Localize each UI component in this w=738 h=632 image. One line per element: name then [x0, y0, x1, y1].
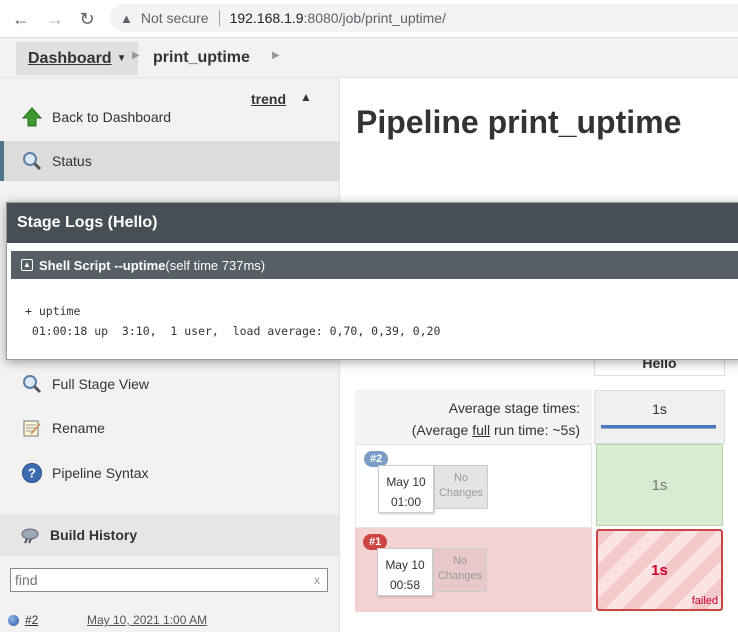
breadcrumb-job[interactable]: print_uptime [153, 49, 250, 67]
breadcrumb-dashboard[interactable]: Dashboard ▼ [16, 42, 139, 75]
find-input[interactable] [10, 568, 328, 592]
run-row-2: #2 May 10 01:00 No Changes [355, 444, 592, 528]
step-self-time: (self time 737ms) [165, 257, 266, 273]
sidebar-item-full-stage-view[interactable]: Full Stage View [0, 364, 340, 404]
avg-full-prefix: (Average [411, 422, 473, 438]
avg-stage-times-label: Average stage times: [448, 400, 580, 416]
browser-toolbar: ← → ↻ ▲ Not secure 192.168.1.9:8080/job/… [0, 0, 738, 38]
breadcrumb-dashboard-label[interactable]: Dashboard [28, 50, 112, 68]
chevron-up-icon[interactable]: ▲ [300, 90, 312, 104]
sidebar-item-back-to-dashboard[interactable]: Back to Dashboard [0, 97, 340, 137]
breadcrumb: Dashboard ▼ ▶ print_uptime ▶ [0, 38, 738, 78]
stage-cell-failed[interactable]: 1s failed [596, 529, 723, 611]
avg-stage-time: 1s [652, 401, 667, 417]
sidebar-item-label: Pipeline Syntax [52, 465, 149, 481]
run-row-1: #1 May 10 00:58 No Changes [355, 528, 592, 612]
failed-label: failed [691, 595, 718, 607]
address-bar[interactable]: ▲ Not secure 192.168.1.9:8080/job/print_… [110, 4, 738, 32]
back-arrow-icon[interactable]: ← [6, 4, 36, 34]
not-secure-label: Not secure [140, 10, 209, 26]
up-arrow-icon [20, 105, 44, 129]
step-header[interactable]: ▲ Shell Script -- uptime (self time 737m… [11, 251, 738, 279]
run-time: 00:58 [389, 578, 421, 592]
run-time: 01:00 [390, 495, 422, 509]
changes-line-2: Changes [437, 570, 483, 582]
log-output: + uptime 01:00:18 up 3:10, 1 user, load … [25, 301, 440, 341]
run-date: May 10 01:00 [378, 465, 434, 513]
chevron-right-icon[interactable]: ▶ [272, 50, 280, 61]
page-title: Pipeline print_uptime [356, 104, 682, 140]
stage-logs-modal: Stage Logs (Hello) ▲ Shell Script -- upt… [6, 202, 738, 360]
stage-cell-success[interactable]: 1s [596, 444, 723, 526]
svg-text:?: ? [28, 466, 36, 481]
sidebar-item-pipeline-syntax[interactable]: ? Pipeline Syntax [0, 453, 340, 493]
sidebar-item-label: Back to Dashboard [52, 109, 172, 125]
url-divider [218, 10, 220, 26]
build-history-header: Build History [0, 514, 340, 556]
search-icon [20, 149, 44, 173]
sidebar-item-label: Rename [52, 420, 105, 436]
notepad-icon [20, 416, 44, 440]
help-icon: ? [20, 461, 44, 485]
avg-progress-bar [601, 425, 716, 429]
build-history-title: Build History [50, 527, 138, 543]
run-changes[interactable]: No Changes [433, 548, 487, 592]
url-host: 192.168.1.9 [229, 10, 304, 26]
log-line: 01:00:18 up 3:10, 1 user, load average: … [25, 324, 441, 338]
url-path: :8080/job/print_uptime/ [303, 10, 446, 26]
run-date: May 10 00:58 [377, 548, 433, 596]
forward-arrow-icon[interactable]: → [40, 4, 70, 34]
changes-line-2: Changes [438, 487, 484, 499]
log-line: + uptime [25, 304, 81, 318]
caret-down-icon[interactable]: ▼ [117, 53, 127, 64]
sidebar-item-status[interactable]: Status [0, 141, 340, 181]
build-date-link[interactable]: May 10, 2021 1:00 AM [87, 613, 207, 627]
sidebar-item-rename[interactable]: Rename [0, 408, 340, 448]
cloud-icon [18, 523, 42, 547]
avg-stage-cell: 1s [594, 390, 725, 444]
step-name: uptime [122, 257, 166, 273]
changes-line-1: No [453, 472, 469, 484]
modal-title: Stage Logs (Hello) [7, 203, 738, 243]
run-changes[interactable]: No Changes [434, 465, 488, 509]
sidebar-item-label: Full Stage View [52, 376, 150, 392]
status-ball-icon [8, 614, 19, 626]
build-number-link[interactable]: #2 [25, 613, 87, 627]
stage-duration: 1s [651, 561, 668, 579]
clear-icon[interactable]: x [314, 573, 320, 587]
chevron-right-icon: ▶ [132, 50, 140, 61]
build-row[interactable]: #2 May 10, 2021 1:00 AM [8, 610, 338, 630]
trend-link[interactable]: trend [251, 91, 286, 107]
avg-full-link[interactable]: full [472, 422, 490, 438]
warning-icon: ▲ [120, 10, 133, 26]
run-month-day: May 10 [386, 475, 426, 489]
avg-full-suffix: run time: ~5s) [490, 422, 580, 438]
search-icon [20, 372, 44, 396]
run-month-day: May 10 [385, 558, 425, 572]
avg-full-run-time: (Average full run time: ~5s) [412, 422, 580, 438]
stage-view: Hello Average stage times: (Average full… [355, 346, 738, 616]
average-times-label: Average stage times: (Average full run t… [355, 390, 592, 444]
reload-icon[interactable]: ↻ [72, 4, 102, 34]
sidebar-item-label: Status [52, 153, 92, 169]
collapse-icon[interactable]: ▲ [21, 259, 33, 271]
step-prefix: Shell Script -- [39, 257, 123, 273]
changes-line-1: No [452, 555, 468, 567]
